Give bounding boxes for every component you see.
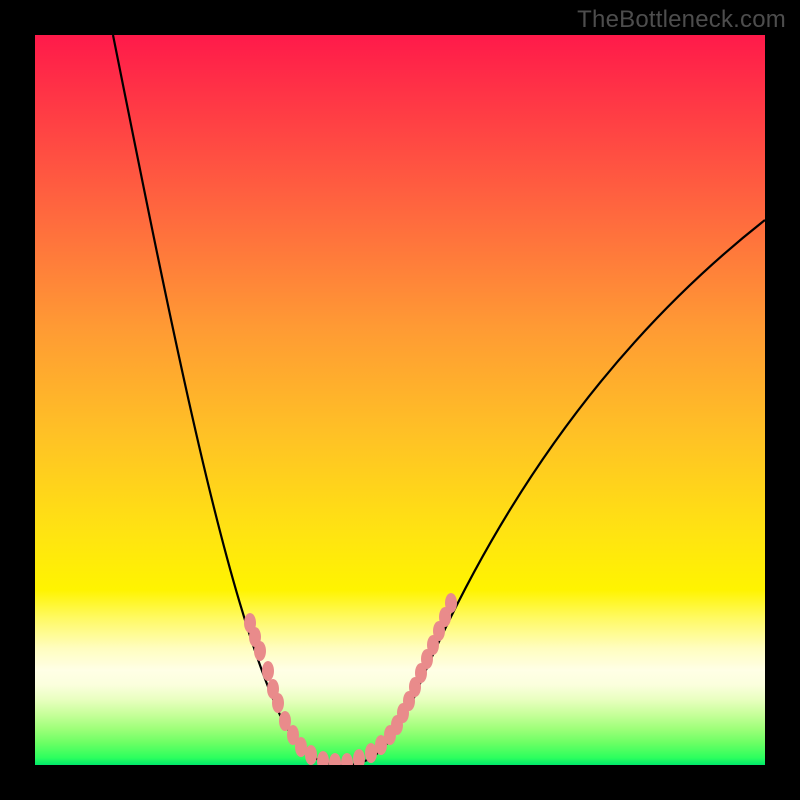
chart-frame: TheBottleneck.com <box>0 0 800 800</box>
marker-group <box>244 593 457 765</box>
curve-marker <box>272 693 284 713</box>
watermark-text: TheBottleneck.com <box>577 6 786 34</box>
bottleneck-curve <box>113 35 765 765</box>
curve-marker <box>254 641 266 661</box>
curve-marker <box>305 745 317 765</box>
curve-marker <box>317 751 329 765</box>
chart-svg <box>35 35 765 765</box>
curve-marker <box>262 661 274 681</box>
curve-marker <box>341 753 353 765</box>
curve-marker <box>353 749 365 765</box>
curve-group <box>113 35 765 765</box>
chart-plot-area <box>35 35 765 765</box>
curve-marker <box>329 753 341 765</box>
curve-marker <box>445 593 457 613</box>
